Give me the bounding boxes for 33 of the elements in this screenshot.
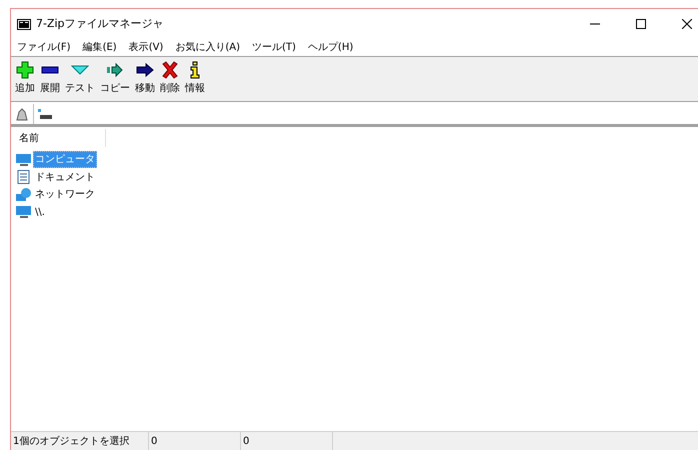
arrow-icon	[106, 61, 124, 79]
drive-icon	[38, 108, 52, 118]
menu-item[interactable]: お気に入り(A)	[175, 40, 240, 55]
menu-item[interactable]: ツール(T)	[252, 40, 296, 55]
app-logo-icon	[17, 18, 31, 30]
window-title: 7-Zipファイルマネージャ	[36, 16, 164, 32]
network-icon	[16, 188, 32, 202]
list-item[interactable]: ドキュメント	[33, 168, 97, 186]
menu-item[interactable]: ヘルプ(H)	[308, 40, 354, 55]
list-item[interactable]: ネットワーク	[33, 186, 97, 204]
plus-icon	[16, 61, 34, 79]
menu-item[interactable]: 編集(E)	[82, 40, 117, 55]
arrow-icon	[136, 61, 154, 79]
toolbar-button[interactable]: テスト	[64, 61, 96, 96]
maximize-icon[interactable]	[636, 19, 646, 29]
status-text: 0	[241, 432, 333, 450]
menu-item[interactable]: 表示(V)	[128, 40, 164, 55]
close-icon[interactable]	[682, 19, 692, 29]
document-icon	[16, 170, 32, 184]
column-header[interactable]: 名前	[16, 129, 106, 147]
toolbar-button[interactable]: 追加	[14, 61, 36, 96]
status-text: 1個のオブジェクトを選択	[11, 432, 149, 450]
toolbar-button[interactable]: 移動	[134, 61, 156, 96]
toolbar-button[interactable]: 展開	[39, 61, 61, 96]
toolbar-button[interactable]: コピー	[99, 61, 131, 96]
cross-icon	[161, 61, 179, 79]
toolbar-button[interactable]: 情報	[184, 61, 206, 96]
list-item[interactable]: \\.	[33, 204, 47, 221]
status-text: 0	[149, 432, 241, 450]
computer-icon	[16, 152, 32, 167]
computer-icon	[16, 205, 32, 220]
menu-item[interactable]: ファイル(F)	[17, 40, 71, 55]
toolbar-button[interactable]: 削除	[159, 61, 181, 96]
